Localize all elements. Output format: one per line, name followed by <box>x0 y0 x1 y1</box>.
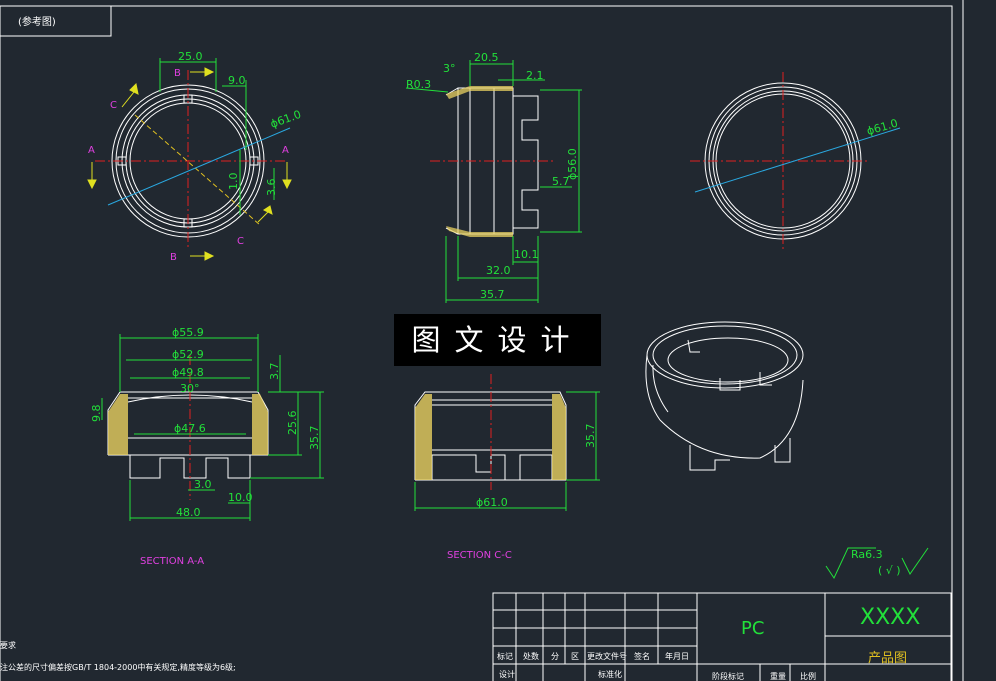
isometric-view <box>645 321 804 471</box>
section-aa-outline <box>107 391 269 479</box>
dim-3: 3.0 <box>194 478 212 491</box>
dim-d49-8: ϕ49.8 <box>172 366 204 379</box>
dim-1: 1.0 <box>227 173 240 191</box>
tb-scale: 比例 <box>800 671 816 681</box>
label-c-bottom: C <box>237 236 244 247</box>
tb-header-qu: 区 <box>571 652 579 661</box>
label-c-top: C <box>110 100 117 111</box>
dim-35-7: 35.7 <box>480 288 505 301</box>
tb-stage: 阶段标记 <box>712 671 744 681</box>
dim-cc-d61: ϕ61.0 <box>476 496 508 509</box>
roughness-value: Ra6.3 <box>851 548 883 561</box>
tb-weight: 重量 <box>770 671 786 681</box>
dim-d55-9: ϕ55.9 <box>172 326 204 339</box>
tb-part-code: XXXX <box>860 605 920 630</box>
watermark-overlay: 图文设计 <box>394 314 601 366</box>
dim-10: 10.0 <box>228 491 253 504</box>
dim-32: 32.0 <box>486 264 511 277</box>
tb-material: PC <box>741 618 764 639</box>
tb-part-name: 产品图 <box>868 651 907 666</box>
dim-d61: ϕ61.0 <box>269 108 303 131</box>
dim-20-5: 20.5 <box>474 51 499 64</box>
section-cc-caption: SECTION C-C <box>447 550 512 561</box>
dim-30deg: 30° <box>180 382 200 395</box>
dim-25: 25.0 <box>178 50 203 63</box>
tb-header-date: 年月日 <box>665 651 689 661</box>
section-cc-dim-lines <box>414 391 600 511</box>
dim-r0-3: R0.3 <box>406 78 431 91</box>
label-a-right: A <box>282 145 289 156</box>
top-right-centerlines <box>690 72 870 252</box>
dim-3-7: 3.7 <box>268 363 281 381</box>
tb-standard: 标准化 <box>598 669 622 679</box>
label-b-top: B <box>174 68 181 79</box>
tb-header-count: 处数 <box>523 651 539 661</box>
tb-header-mark: 标记 <box>497 651 513 661</box>
dim-3-6: 3.6 <box>265 179 278 197</box>
tb-header-change: 更改文件号 <box>587 651 627 661</box>
dim-48: 48.0 <box>176 506 201 519</box>
label-b-bottom: B <box>170 252 177 263</box>
top-left-dim-lines <box>159 58 275 215</box>
roughness-paren: ( √ ) <box>878 564 901 577</box>
title-box-text: (参考图) <box>18 15 56 28</box>
diameter-leader <box>107 127 291 206</box>
section-c-line <box>134 114 261 226</box>
tb-header-sign: 签名 <box>634 651 650 661</box>
dim-2-1: 2.1 <box>526 69 544 82</box>
dim-25-6: 25.6 <box>286 411 299 436</box>
dim-cc-35-7: 35.7 <box>584 424 597 449</box>
dim-right-d61: ϕ61.0 <box>865 117 899 138</box>
dim-10-1: 10.1 <box>514 248 539 261</box>
notes-line-1: 注公差的尺寸偏差按GB/T 1804-2000中有关规定,精度等级为6级; <box>0 662 236 672</box>
dim-35-7-aa: 35.7 <box>308 426 321 451</box>
tb-header-fen: 分 <box>551 652 559 661</box>
label-a-left: A <box>88 145 95 156</box>
dim-d47-6: ϕ47.6 <box>174 422 206 435</box>
tb-design: 设计 <box>499 669 515 679</box>
section-aa-caption: SECTION A-A <box>140 556 204 567</box>
dim-5-7: 5.7 <box>552 175 570 188</box>
notes-heading: 要求 <box>0 640 16 650</box>
dim-9-8: 9.8 <box>90 405 103 423</box>
dim-d52-9: ϕ52.9 <box>172 348 204 361</box>
dim-3deg: 3° <box>443 62 456 75</box>
dim-9: 9.0 <box>228 74 246 87</box>
